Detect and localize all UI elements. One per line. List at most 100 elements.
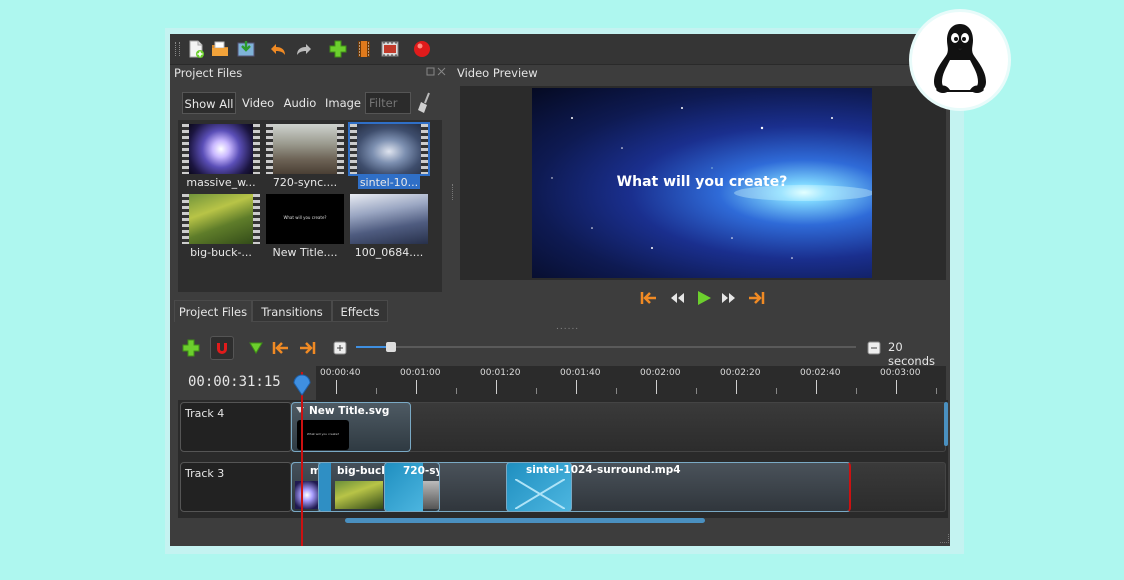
ruler-tick-label: 00:01:20 — [480, 368, 521, 378]
ruler-tick-label: 00:01:00 — [400, 368, 441, 378]
transition-marker[interactable] — [319, 463, 331, 511]
redo-icon[interactable] — [294, 39, 314, 59]
linux-tux-logo-icon — [912, 12, 1008, 108]
tab-effects[interactable]: Effects — [332, 300, 388, 322]
transition-x-icon — [515, 479, 565, 509]
zoom-slider-track[interactable] — [356, 346, 856, 348]
filter-audio-button[interactable]: Audio — [282, 92, 318, 114]
thumbnail-100-0684[interactable] — [350, 194, 428, 244]
clip-big-buck[interactable]: big-buck- — [318, 462, 388, 512]
ruler-minor-tick — [456, 388, 457, 394]
clear-filter-broom-icon[interactable] — [416, 92, 434, 114]
ruler-tick-label: 00:02:40 — [800, 368, 841, 378]
ruler-minor-tick — [536, 388, 537, 394]
ruler-tick-label: 00:01:40 — [560, 368, 601, 378]
project-files-title: Project Files — [174, 66, 243, 80]
filter-show-all-button[interactable]: Show All — [182, 92, 236, 114]
previous-marker-icon[interactable] — [272, 340, 290, 356]
jump-to-end-icon[interactable] — [747, 290, 765, 306]
timeline-vertical-scrollbar[interactable] — [944, 402, 948, 446]
snapping-toggle-button[interactable] — [210, 336, 234, 360]
dock-splitter-handle[interactable]: ...... — [556, 322, 579, 332]
filter-image-button[interactable]: Image — [324, 92, 362, 114]
video-preview-title: Video Preview — [457, 66, 538, 80]
undo-icon[interactable] — [268, 39, 288, 59]
thumbnail-sintel[interactable] — [348, 122, 430, 176]
clip-massive[interactable]: m — [291, 462, 321, 512]
playhead-handle-icon[interactable] — [292, 374, 312, 396]
clip-thumb-text: What will you create? — [306, 432, 340, 436]
clip-thumbnail: What will you create? — [297, 420, 349, 450]
toolbar-grip[interactable] — [175, 42, 180, 56]
clip-new-title[interactable]: New Title.svg What will you create? — [291, 402, 411, 452]
clip-menu-icon[interactable] — [295, 406, 305, 414]
preview-overlay-text: What will you create? — [616, 174, 788, 190]
ruler-tick — [496, 380, 497, 394]
thumbnail-720-sync[interactable] — [266, 124, 344, 174]
ruler-minor-tick — [776, 388, 777, 394]
play-icon[interactable] — [694, 290, 712, 306]
magnet-icon — [217, 343, 227, 354]
timeline-horizontal-scrollbar[interactable] — [345, 518, 705, 523]
ruler-tick — [576, 380, 577, 394]
ruler-minor-tick — [696, 388, 697, 394]
video-preview-frame: What will you create? — [532, 88, 872, 278]
thumbnail-big-buck[interactable] — [182, 194, 260, 244]
new-project-icon[interactable] — [186, 39, 206, 59]
profile-icon[interactable] — [354, 39, 374, 59]
ruler-tick-label: 00:03:00 — [880, 368, 921, 378]
filter-video-button[interactable]: Video — [242, 92, 274, 114]
save-project-icon[interactable] — [236, 39, 256, 59]
window-resize-grip[interactable] — [940, 534, 949, 543]
filter-input[interactable] — [365, 92, 411, 114]
next-marker-icon[interactable] — [298, 340, 316, 356]
thumbnail-label: New Title.... — [272, 246, 338, 259]
project-files-grid: massive_w... 720-sync.... sintel-10... b… — [178, 120, 442, 292]
rewind-icon[interactable] — [668, 290, 686, 306]
file-filter-bar: Show All Video Audio Image — [180, 92, 442, 116]
jump-to-start-icon[interactable] — [640, 290, 658, 306]
main-toolbar — [170, 34, 950, 65]
clip-720-sync[interactable]: 720-sync.mp4 — [384, 462, 440, 512]
clip-title-sintel: sintel-1024-surround.mp4 — [526, 464, 681, 476]
zoom-level-label: 20 seconds — [888, 340, 936, 368]
ruler-minor-tick — [936, 388, 937, 394]
thumbnail-label: massive_w... — [186, 176, 256, 189]
ruler-tick — [336, 380, 337, 394]
track-header-track-3[interactable]: Track 3 — [180, 462, 292, 512]
title-thumb-text: What will you create? — [283, 215, 327, 220]
thumbnail-new-title[interactable]: What will you create? — [266, 194, 344, 244]
track-header-track-4[interactable]: Track 4 — [180, 402, 292, 452]
timeline-ruler[interactable]: 00:00:40 00:01:00 00:01:20 00:01:40 00:0… — [316, 366, 946, 400]
tab-project-files[interactable]: Project Files — [174, 300, 252, 322]
panel-float-close-icon[interactable] — [426, 67, 446, 77]
thumbnail-label: 100_0684.... — [354, 246, 424, 259]
playhead-line[interactable] — [301, 372, 303, 546]
zoom-fit-icon[interactable] — [332, 340, 348, 356]
ruler-tick — [896, 380, 897, 394]
zoom-icon[interactable] — [866, 340, 882, 356]
panel-splitter[interactable] — [452, 184, 455, 200]
export-video-icon[interactable] — [412, 39, 432, 59]
add-track-icon[interactable] — [181, 338, 201, 358]
fast-forward-icon[interactable] — [720, 290, 738, 306]
clip-thumbnail — [295, 481, 319, 509]
thumbnail-label-selected: sintel-10... — [357, 176, 421, 189]
clip-title: 720-sync.mp4 — [403, 465, 440, 477]
open-project-icon[interactable] — [210, 39, 230, 59]
fullscreen-icon[interactable] — [380, 39, 400, 59]
ruler-minor-tick — [616, 388, 617, 394]
tab-transitions[interactable]: Transitions — [252, 300, 332, 322]
import-files-icon[interactable] — [328, 39, 348, 59]
add-marker-icon[interactable] — [248, 340, 264, 356]
thumbnail-massive[interactable] — [182, 124, 260, 174]
ruler-tick — [736, 380, 737, 394]
clip-title: New Title.svg — [309, 405, 390, 417]
timeline-toolbar — [170, 334, 950, 362]
ruler-tick-label: 00:02:20 — [720, 368, 761, 378]
zoom-slider-handle[interactable] — [386, 342, 396, 352]
timecode-display: 00:00:31:15 — [188, 374, 281, 390]
clip-thumbnail — [335, 481, 383, 509]
ruler-tick-label: 00:00:40 — [320, 368, 361, 378]
timeline-tracks: Track 4 New Title.svg What will you crea… — [178, 400, 948, 518]
